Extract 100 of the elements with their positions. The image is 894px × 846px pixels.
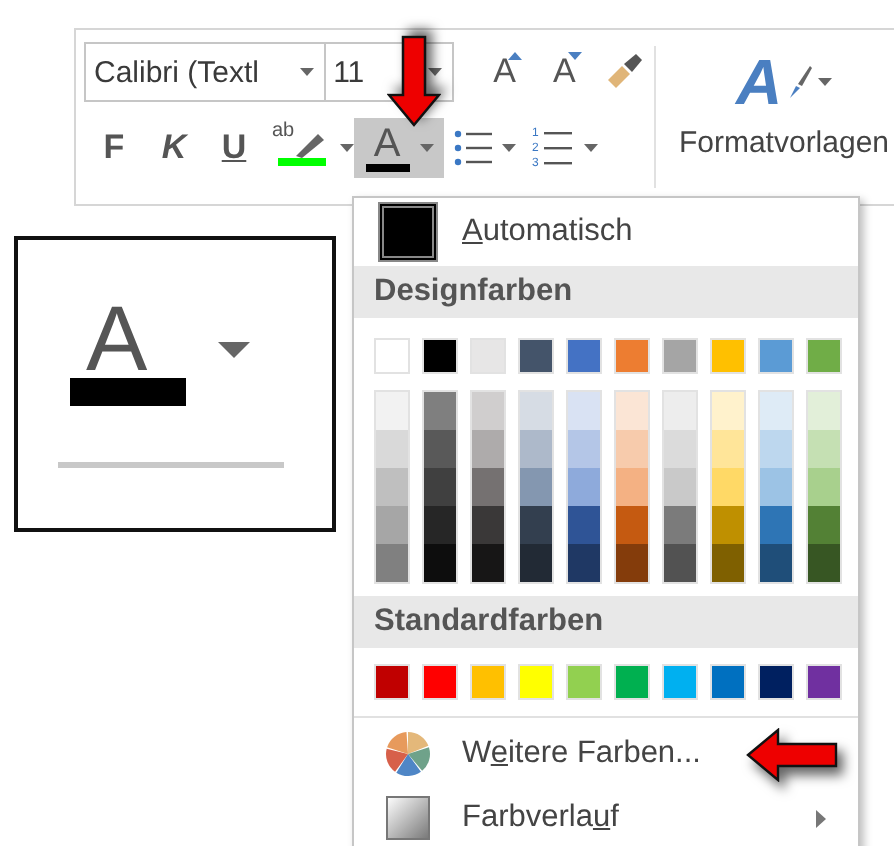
color-swatch[interactable] xyxy=(616,506,648,544)
color-swatch[interactable] xyxy=(520,506,552,544)
color-swatch[interactable] xyxy=(664,468,696,506)
color-swatch[interactable] xyxy=(664,392,696,430)
color-swatch[interactable] xyxy=(470,338,506,374)
color-swatch[interactable] xyxy=(760,468,792,506)
pointer-arrow xyxy=(746,728,838,782)
color-swatch[interactable] xyxy=(710,664,746,700)
color-swatch[interactable] xyxy=(472,430,504,468)
section-header: Standardfarben xyxy=(354,596,858,648)
color-swatch[interactable] xyxy=(566,664,602,700)
color-swatch[interactable] xyxy=(664,430,696,468)
color-swatch[interactable] xyxy=(760,392,792,430)
color-swatch[interactable] xyxy=(376,468,408,506)
color-swatch[interactable] xyxy=(424,506,456,544)
color-swatch[interactable] xyxy=(376,430,408,468)
color-swatch[interactable] xyxy=(712,392,744,430)
caret-icon xyxy=(501,144,515,152)
color-swatch[interactable] xyxy=(520,468,552,506)
caret-icon xyxy=(818,78,833,86)
color-swatch[interactable] xyxy=(472,468,504,506)
color-swatch[interactable] xyxy=(662,664,698,700)
color-swatch[interactable] xyxy=(806,338,842,374)
bold-button[interactable]: F xyxy=(84,120,144,176)
shrink-font-button[interactable]: A xyxy=(534,44,595,100)
color-swatch[interactable] xyxy=(616,544,648,582)
color-swatch[interactable] xyxy=(568,430,600,468)
color-swatch[interactable] xyxy=(806,664,842,700)
color-swatch[interactable] xyxy=(760,506,792,544)
color-swatch[interactable] xyxy=(712,468,744,506)
color-swatch[interactable] xyxy=(808,392,840,430)
color-swatch[interactable] xyxy=(376,392,408,430)
color-swatch[interactable] xyxy=(758,338,794,374)
caret-icon xyxy=(428,68,443,76)
gradient-icon xyxy=(386,796,430,840)
color-swatch[interactable] xyxy=(710,338,746,374)
caret-icon xyxy=(419,144,433,152)
highlight-button[interactable]: ab xyxy=(264,120,340,176)
color-swatch[interactable] xyxy=(470,664,506,700)
color-swatch[interactable] xyxy=(424,544,456,582)
color-swatch[interactable] xyxy=(472,392,504,430)
underline-button[interactable]: U xyxy=(204,120,264,176)
menu-item-label: Farbverlauf xyxy=(462,800,619,836)
color-swatch[interactable] xyxy=(422,664,458,700)
font-color-button[interactable]: A xyxy=(354,118,444,178)
color-swatch[interactable] xyxy=(758,664,794,700)
brush-icon xyxy=(788,64,813,100)
color-swatch[interactable] xyxy=(760,430,792,468)
brush-icon xyxy=(604,52,645,92)
font-name-value: Calibri (Textl xyxy=(94,55,260,89)
color-swatch[interactable] xyxy=(518,338,554,374)
color-swatch[interactable] xyxy=(520,430,552,468)
color-swatch[interactable] xyxy=(616,392,648,430)
bullet-list-icon xyxy=(453,128,493,168)
color-swatch[interactable] xyxy=(808,468,840,506)
color-swatch[interactable] xyxy=(472,506,504,544)
color-swatch[interactable] xyxy=(662,338,698,374)
color-swatch[interactable] xyxy=(616,430,648,468)
menu-item-label: Weitere Farben... xyxy=(462,736,701,772)
color-swatch[interactable] xyxy=(422,338,458,374)
color-swatch[interactable] xyxy=(712,430,744,468)
color-swatch[interactable] xyxy=(424,468,456,506)
color-swatch[interactable] xyxy=(520,392,552,430)
grow-font-button[interactable]: A xyxy=(474,44,535,100)
color-swatch[interactable] xyxy=(376,544,408,582)
color-swatch[interactable] xyxy=(472,544,504,582)
color-swatch[interactable] xyxy=(614,664,650,700)
color-swatch[interactable] xyxy=(712,506,744,544)
pointer-arrow xyxy=(387,35,441,127)
color-swatch[interactable] xyxy=(520,544,552,582)
color-swatch[interactable] xyxy=(808,506,840,544)
menu-item[interactable]: Automatisch xyxy=(354,198,858,266)
color-swatch[interactable] xyxy=(712,544,744,582)
color-swatch[interactable] xyxy=(518,664,554,700)
section-header: Designfarben xyxy=(354,266,858,318)
color-swatch[interactable] xyxy=(568,392,600,430)
menu-item[interactable]: Weitere Farben... xyxy=(354,722,858,786)
color-swatch[interactable] xyxy=(616,468,648,506)
font-name-field[interactable]: Calibri (Textl xyxy=(84,42,326,102)
color-swatch[interactable] xyxy=(568,544,600,582)
color-swatch[interactable] xyxy=(374,338,410,374)
color-swatch[interactable] xyxy=(568,468,600,506)
color-swatch[interactable] xyxy=(760,544,792,582)
down-triangle-icon xyxy=(568,52,583,60)
styles-button[interactable]: A xyxy=(735,50,833,114)
color-swatch[interactable] xyxy=(566,338,602,374)
color-swatch[interactable] xyxy=(374,664,410,700)
color-swatch[interactable] xyxy=(808,430,840,468)
color-swatch[interactable] xyxy=(568,506,600,544)
color-swatch[interactable] xyxy=(664,506,696,544)
color-swatch[interactable] xyxy=(424,430,456,468)
color-swatch[interactable] xyxy=(424,392,456,430)
menu-item[interactable]: Farbverlauf xyxy=(354,786,858,846)
color-swatch[interactable] xyxy=(376,506,408,544)
caret-icon xyxy=(340,144,354,152)
up-triangle-icon xyxy=(508,52,523,60)
color-swatch[interactable] xyxy=(808,544,840,582)
color-swatch[interactable] xyxy=(664,544,696,582)
color-swatch[interactable] xyxy=(614,338,650,374)
italic-button[interactable]: K xyxy=(144,120,204,176)
